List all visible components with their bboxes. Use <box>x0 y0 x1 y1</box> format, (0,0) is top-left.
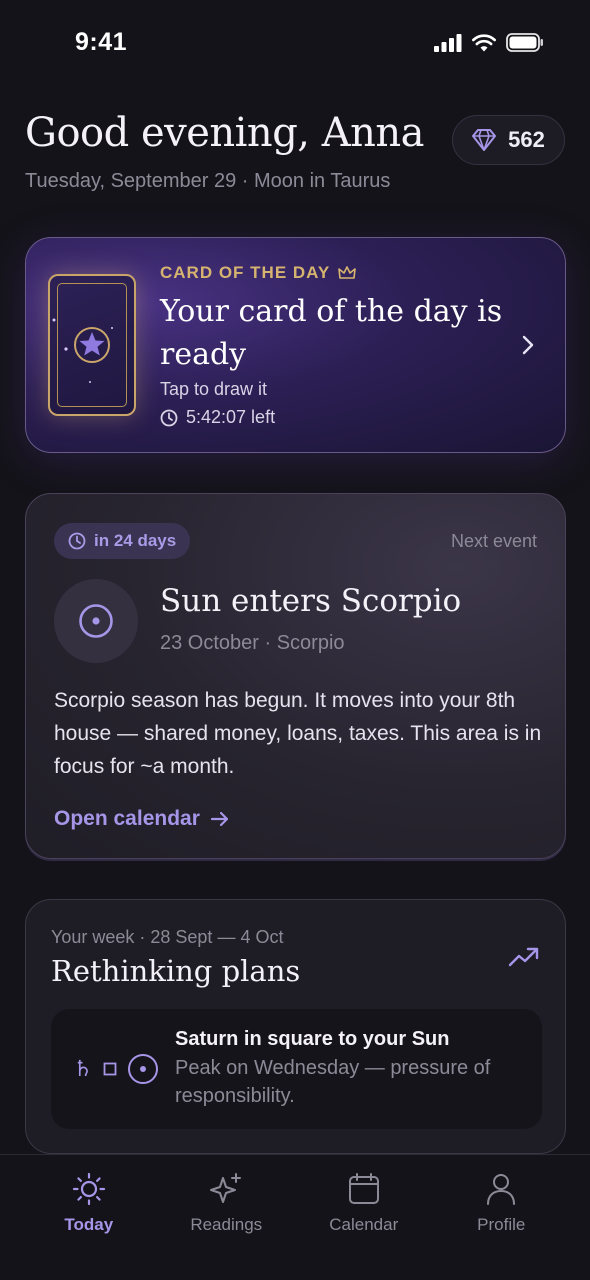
event-countdown-badge: in 24 days <box>54 523 191 559</box>
open-calendar-link[interactable]: Open calendar <box>54 807 230 831</box>
card-of-day-title: Your card of the day is ready <box>160 294 503 372</box>
sun-symbol-icon <box>127 1054 158 1084</box>
tab-label: Profile <box>477 1215 526 1234</box>
tab-profile[interactable]: Profile <box>446 1155 556 1280</box>
next-event-card[interactable]: in 24 days Next event Sun enters Scorpio… <box>25 493 566 859</box>
next-event-label: Next event <box>450 531 537 551</box>
tab-label: Readings <box>190 1215 263 1234</box>
sparkle-icon <box>210 1173 242 1203</box>
sun-icon <box>72 1172 105 1206</box>
gems-balance-button[interactable]: 562 <box>452 115 565 165</box>
status-bar: 9:41 <box>0 0 590 90</box>
sun-glyph-badge <box>54 579 138 663</box>
person-icon <box>487 1174 516 1205</box>
tab-label: Today <box>64 1215 114 1234</box>
greeting-title: Good evening, Anna <box>25 110 425 156</box>
aspect-item[interactable]: ♄ Saturn in square to your Sun Peak on W… <box>51 1009 542 1129</box>
calendar-icon <box>348 1173 379 1204</box>
event-date: 23 October · Scorpio <box>160 632 345 654</box>
square-aspect-icon <box>103 1062 117 1076</box>
aspect-title: Saturn in square to your Sun <box>175 1028 450 1050</box>
star-emblem-icon <box>52 318 113 383</box>
card-of-day-banner[interactable]: CARD OF THE DAY Your card of the day is … <box>25 237 566 453</box>
card-of-day-subtitle: Tap to draw it <box>160 379 268 399</box>
weekly-forecast-card[interactable]: Your week · 28 Sept — 4 Oct Rethinking p… <box>25 899 566 1154</box>
tab-label: Calendar <box>329 1215 399 1234</box>
saturn-glyph-icon: ♄ <box>73 1056 93 1082</box>
signal-icon <box>434 33 462 52</box>
status-time: 9:41 <box>75 28 128 56</box>
diamond-icon <box>472 129 497 151</box>
date-subline: Tuesday, September 29 · Moon in Taurus <box>25 170 391 192</box>
tab-today[interactable]: Today <box>34 1155 144 1280</box>
crown-icon <box>338 265 357 279</box>
tab-calendar[interactable]: Calendar <box>309 1155 419 1280</box>
clock-icon <box>160 409 178 426</box>
sun-symbol-icon <box>79 604 113 638</box>
chevron-right-icon <box>522 335 534 355</box>
gems-count: 562 <box>508 127 545 152</box>
week-range: Your week · 28 Sept — 4 Oct <box>51 927 284 947</box>
clock-icon <box>68 532 86 550</box>
aspect-description: Peak on Wednesday — pressure of responsi… <box>175 1057 491 1107</box>
wifi-icon <box>472 33 496 51</box>
tarot-card-illustration <box>48 274 136 416</box>
trending-up-icon <box>508 947 539 967</box>
card-of-day-timer: 5:42:07 left <box>160 407 275 428</box>
event-description: Scorpio season has begun. It moves into … <box>54 689 542 778</box>
event-title: Sun enters Scorpio <box>160 583 462 619</box>
card-of-day-label: CARD OF THE DAY <box>160 263 357 283</box>
week-title: Rethinking plans <box>51 954 301 988</box>
battery-icon <box>506 33 543 52</box>
tab-readings[interactable]: Readings <box>171 1155 281 1280</box>
aspect-glyphs: ♄ <box>73 1053 159 1085</box>
bottom-tab-bar: Today Readings Calendar Profile <box>0 1154 590 1280</box>
arrow-right-icon <box>210 811 228 827</box>
status-icons <box>434 33 544 52</box>
